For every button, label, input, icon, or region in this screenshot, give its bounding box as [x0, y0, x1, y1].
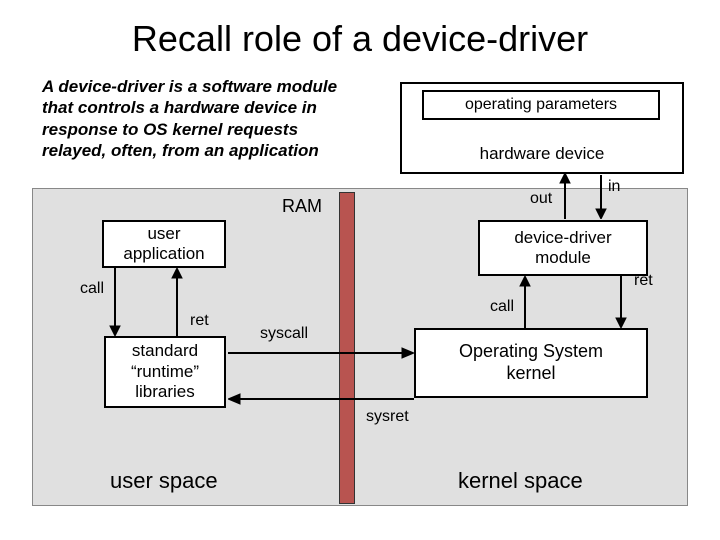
- ret-right-label: ret: [634, 272, 653, 290]
- call-left-arrow-icon: [108, 268, 122, 336]
- ram-label: RAM: [282, 196, 322, 217]
- sysret-label: sysret: [366, 408, 409, 426]
- operating-parameters-text: operating parameters: [465, 95, 617, 114]
- operating-parameters-box: operating parameters: [422, 90, 660, 120]
- runtime-libraries-box: standard “runtime” libraries: [104, 336, 226, 408]
- os-kernel-text: Operating System kernel: [459, 341, 603, 384]
- out-arrow-icon: [558, 173, 572, 219]
- os-kernel-box: Operating System kernel: [414, 328, 648, 398]
- syscall-arrow-icon: [228, 346, 414, 360]
- out-label: out: [530, 190, 552, 208]
- device-driver-text: device-driver module: [514, 228, 611, 269]
- user-application-text: user application: [123, 224, 204, 265]
- user-space-label: user space: [110, 468, 218, 494]
- ret-right-arrow-icon: [614, 276, 628, 328]
- in-label: in: [608, 178, 620, 196]
- syscall-label: syscall: [260, 325, 308, 343]
- ret-left-arrow-icon: [170, 268, 184, 336]
- slide-title: Recall role of a device-driver: [0, 0, 720, 60]
- description-text: A device-driver is a software module tha…: [42, 76, 362, 161]
- ret-left-label: ret: [190, 312, 209, 330]
- kernel-space-label: kernel space: [458, 468, 583, 494]
- in-arrow-icon: [594, 175, 608, 219]
- user-application-box: user application: [102, 220, 226, 268]
- runtime-libraries-text: standard “runtime” libraries: [131, 341, 199, 402]
- call-left-label: call: [80, 280, 104, 298]
- sysret-arrow-icon: [228, 392, 414, 406]
- call-right-arrow-icon: [518, 276, 532, 328]
- call-right-label: call: [490, 298, 514, 316]
- hardware-device-text: hardware device: [480, 144, 605, 164]
- device-driver-box: device-driver module: [478, 220, 648, 276]
